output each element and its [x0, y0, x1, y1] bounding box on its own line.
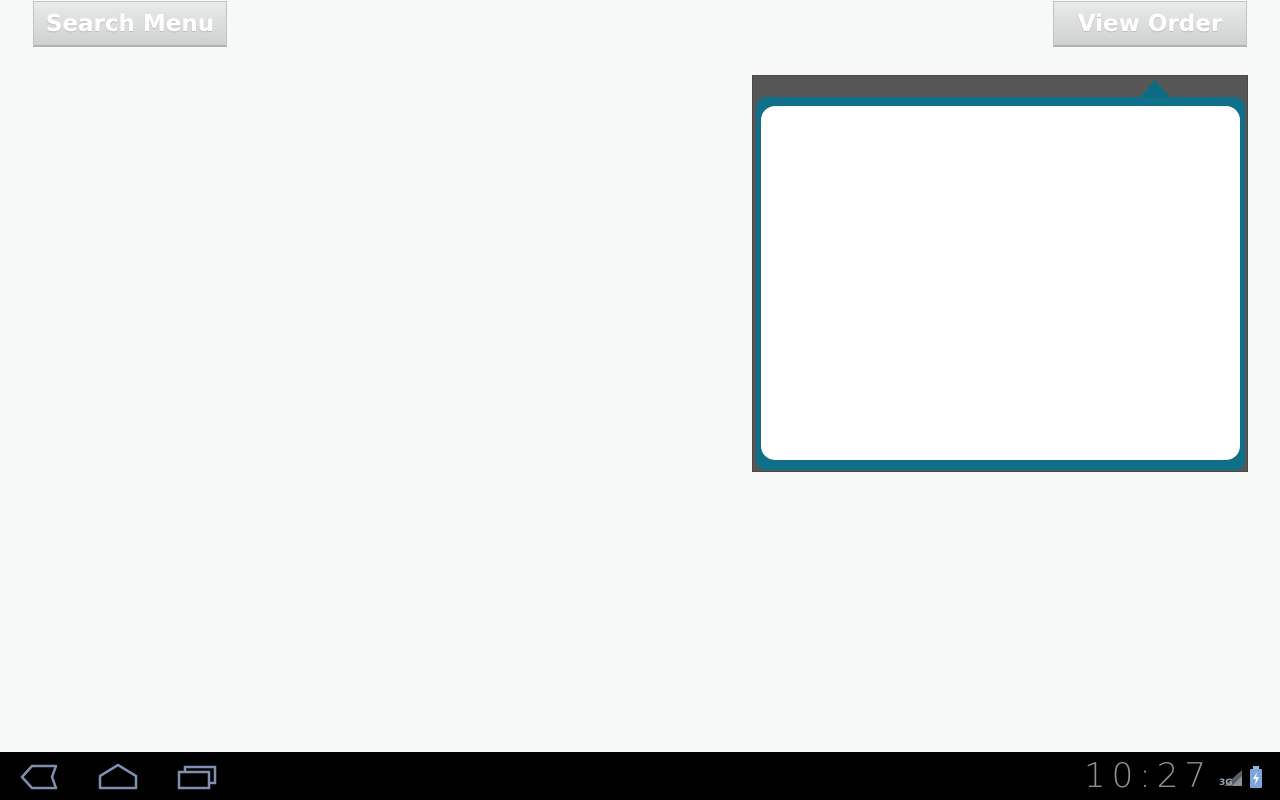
battery-charging-icon: [1250, 766, 1262, 788]
view-order-button[interactable]: View Order: [1053, 1, 1247, 47]
order-popup-content[interactable]: [761, 106, 1240, 460]
back-icon[interactable]: [18, 762, 58, 792]
home-icon[interactable]: [97, 762, 139, 792]
recent-apps-icon[interactable]: [177, 762, 219, 792]
search-menu-button[interactable]: Search Menu: [33, 1, 227, 47]
screen: Search Menu View Order 10:27 3G: [0, 0, 1280, 800]
clock: 10:27: [1084, 756, 1212, 796]
system-navigation-bar: 10:27 3G: [0, 752, 1280, 800]
network-type-label: 3G: [1219, 778, 1233, 788]
order-popup-arrow: [1140, 80, 1170, 97]
